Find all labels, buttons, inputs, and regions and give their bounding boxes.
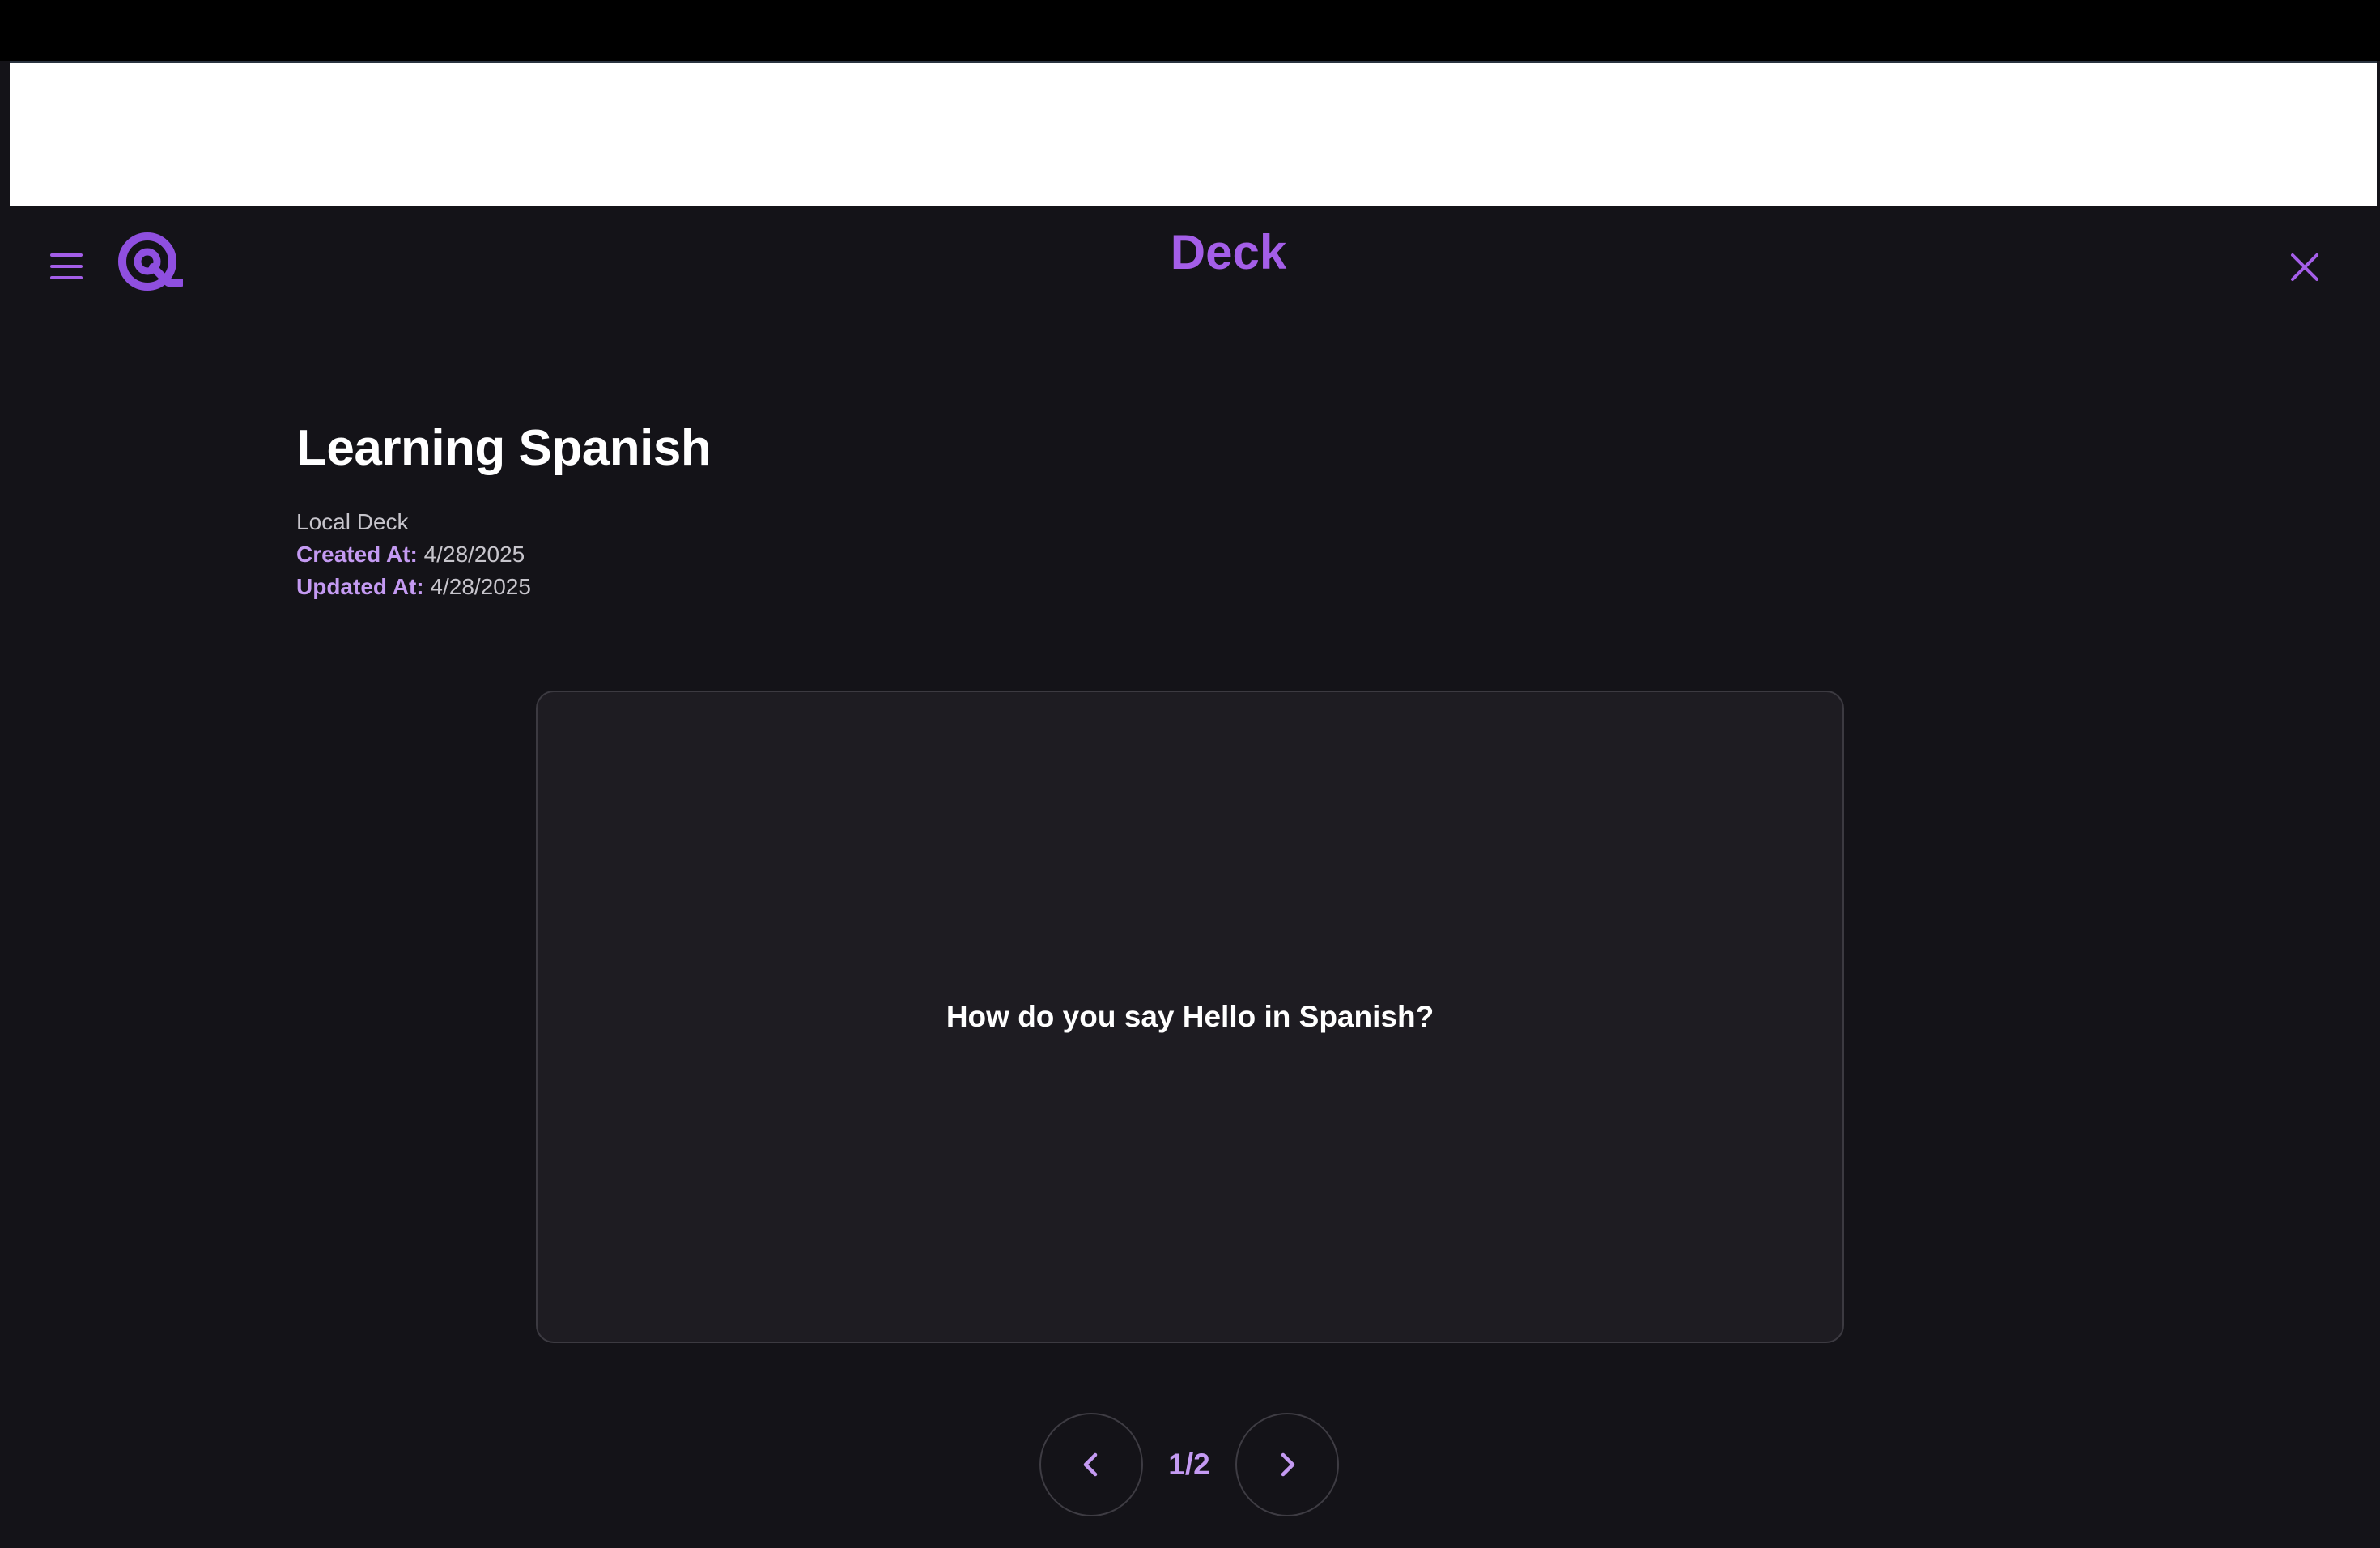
card-pager: 1/2 (1039, 1413, 1339, 1516)
updated-at-value: 4/28/2025 (430, 574, 531, 599)
created-at-value: 4/28/2025 (423, 542, 525, 567)
blank-banner (10, 61, 2377, 206)
deck-meta: Local Deck Created At: 4/28/2025 Updated… (296, 506, 531, 603)
chevron-right-icon (1281, 1452, 1295, 1477)
updated-at-row: Updated At: 4/28/2025 (296, 571, 531, 603)
close-icon[interactable] (2284, 247, 2325, 287)
created-at-row: Created At: 4/28/2025 (296, 538, 531, 571)
previous-card-button[interactable] (1039, 1413, 1143, 1516)
next-card-button[interactable] (1235, 1413, 1339, 1516)
updated-at-label: Updated At: (296, 574, 424, 599)
flashcard-question: How do you say Hello in Spanish? (946, 1000, 1434, 1033)
window-top-bar (0, 0, 2380, 61)
card-counter: 1/2 (1168, 1448, 1210, 1481)
app-header: Deck (0, 206, 2380, 328)
page-title: Deck (1170, 225, 1287, 279)
flashcard[interactable]: How do you say Hello in Spanish? (536, 691, 1844, 1343)
chevron-left-icon (1083, 1452, 1098, 1477)
deck-type: Local Deck (296, 509, 409, 534)
created-at-label: Created At: (296, 542, 418, 567)
deck-title: Learning Spanish (296, 420, 712, 476)
